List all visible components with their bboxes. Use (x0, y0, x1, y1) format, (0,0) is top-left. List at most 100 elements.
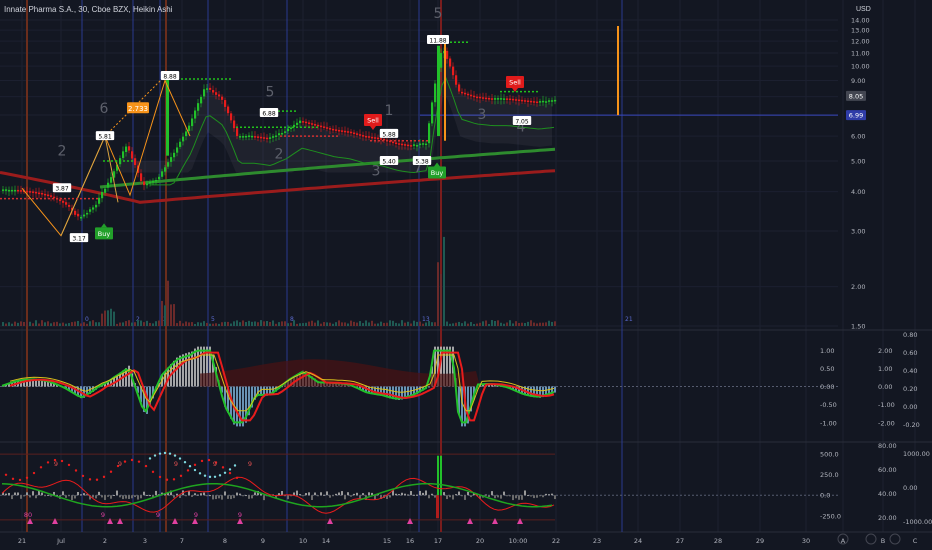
volume-bar (203, 321, 205, 326)
volume-bar (521, 322, 523, 326)
osc2-bar (413, 494, 415, 496)
candle (164, 167, 167, 172)
volume-bar (287, 323, 289, 326)
candle (317, 124, 320, 127)
volume-bar (95, 322, 97, 326)
candle (323, 126, 326, 128)
candle (218, 94, 221, 97)
osc2-bar (491, 491, 493, 496)
volume-bar (365, 320, 367, 326)
osc2-bar (449, 495, 451, 498)
osc2-bar (116, 490, 118, 496)
price-axis-tick: 5.00 (851, 158, 865, 166)
candle (263, 137, 266, 139)
osc2-bar (326, 491, 328, 496)
volume-bar (164, 305, 166, 326)
volume-bar (5, 323, 7, 326)
volume-bar (440, 273, 442, 326)
price-axis-tick: 2.00 (851, 283, 865, 291)
candle (176, 147, 179, 153)
volume-bar (140, 320, 142, 326)
volume-bar (407, 321, 409, 326)
candle (422, 143, 425, 145)
osc2-bar (356, 492, 358, 496)
candle (503, 98, 506, 100)
candle (101, 192, 104, 199)
osc2-bar (254, 492, 256, 496)
osc2-axis-tick-right: 0.00 (903, 484, 917, 492)
osc2-bar (245, 495, 247, 497)
osc2-dot (183, 461, 187, 464)
time-axis-tick: 9 (261, 537, 265, 545)
volume-bar (398, 323, 400, 326)
candle (497, 98, 500, 100)
osc2-bar (359, 495, 361, 499)
osc2-bar (467, 491, 469, 496)
osc2-bar (554, 495, 556, 500)
osc1-bar (197, 346, 199, 387)
osc2-bar (104, 495, 106, 500)
candle (446, 50, 449, 59)
osc2-bar (155, 490, 157, 496)
wave-label: 3 (478, 107, 487, 123)
osc2-bar (338, 492, 340, 496)
osc2-bar (23, 495, 25, 497)
volume-bar (26, 321, 28, 326)
chart-root: 02358132126523175343.873.175.818.886.885… (0, 0, 932, 550)
osc2-bar (323, 494, 325, 496)
candle (80, 216, 83, 219)
candle (392, 141, 395, 144)
osc2-count-marker: 9 (238, 511, 242, 519)
osc2-bar (20, 495, 22, 499)
osc2-bar (32, 491, 34, 496)
osc2-bar (539, 495, 541, 497)
osc1-axis-tick: -0.50 (820, 401, 837, 409)
volume-bar (488, 323, 490, 326)
price-label: 5.81 (98, 134, 112, 141)
volume-bar (491, 320, 493, 326)
osc2-bar (101, 495, 103, 498)
volume-bar (38, 323, 40, 326)
price-tag: 6.99 (849, 112, 863, 120)
volume-bar (47, 321, 49, 326)
osc2-bar (287, 495, 289, 500)
candle (65, 202, 68, 205)
volume-bar (482, 321, 484, 326)
volume-bar (143, 322, 145, 326)
osc1-bar (191, 351, 193, 387)
osc2-bar (65, 495, 67, 498)
candle (236, 128, 239, 137)
osc2-dot (235, 476, 239, 480)
volume-bar (356, 322, 358, 326)
chart-canvas[interactable]: 02358132126523175343.873.175.818.886.885… (0, 0, 932, 550)
candle (272, 136, 275, 138)
osc1-axis-tick-right: 0.00 (903, 403, 917, 411)
volume-bar (20, 321, 22, 326)
candle (329, 128, 332, 130)
osc1-axis-tick-right: 0.60 (903, 349, 917, 357)
osc2-bar (212, 495, 214, 500)
osc2-bar (548, 494, 550, 496)
candle (125, 146, 128, 152)
volume-bar (113, 311, 115, 326)
volume-bar (257, 322, 259, 326)
time-axis-tick: B (881, 537, 885, 545)
time-axis-tick: 29 (756, 537, 764, 545)
time-axis-tick: Jul (56, 537, 65, 545)
candle (398, 143, 401, 145)
candle (353, 132, 356, 135)
osc1-axis-tick-right: 0.20 (903, 385, 917, 393)
candle (131, 151, 134, 159)
osc2-bar (143, 491, 145, 496)
osc2-bar (398, 494, 400, 496)
osc2-dot (4, 473, 8, 476)
candle (320, 125, 323, 128)
candle (227, 106, 230, 114)
osc2-bar (140, 495, 142, 499)
candle (245, 135, 248, 138)
volume-bar (221, 322, 223, 326)
osc2-bar (494, 495, 496, 499)
volume-bar (98, 322, 100, 326)
candle (281, 133, 284, 135)
volume-bar (452, 323, 454, 326)
